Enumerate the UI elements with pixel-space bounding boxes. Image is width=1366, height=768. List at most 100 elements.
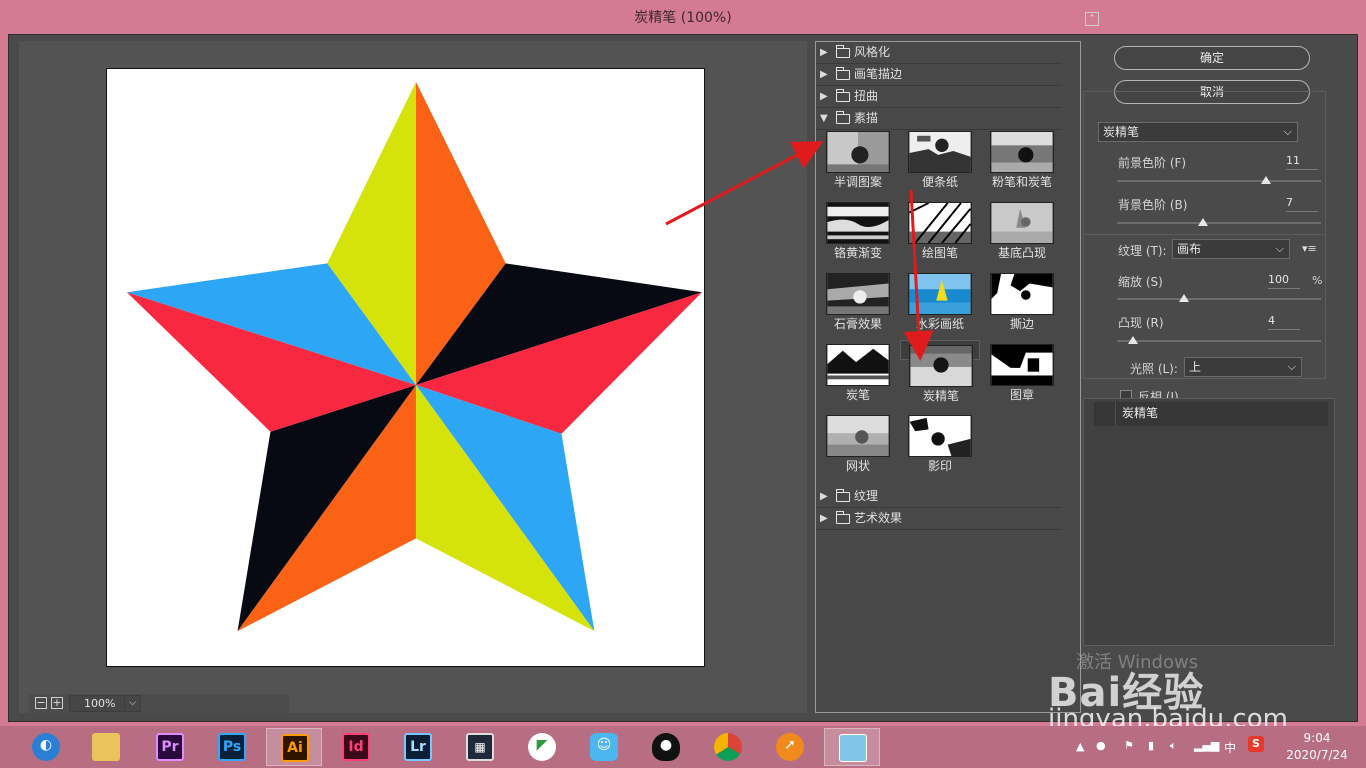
window-titlebar[interactable]: 炭精笔 (100%)	[0, 0, 1366, 34]
filter-preview-image	[826, 202, 890, 244]
folder-icon	[836, 511, 850, 524]
background-level-value[interactable]: 7	[1286, 196, 1318, 212]
filter-thumb-torn-edges[interactable]: 撕边	[982, 269, 1062, 339]
filter-thumb-chalk-charcoal[interactable]: 粉笔和炭笔	[982, 127, 1062, 197]
folder-icon	[836, 489, 850, 502]
foreground-level-value[interactable]: 11	[1286, 154, 1318, 170]
scale-label: 缩放 (S)	[1118, 275, 1163, 289]
filter-thumb-conte-crayon[interactable]: 炭精笔	[900, 340, 980, 403]
filter-preview-image	[826, 344, 890, 386]
filter-preview-image	[909, 345, 973, 387]
tray-volume-icon[interactable]: 🔈︎	[1170, 739, 1177, 768]
tray-qq-icon[interactable]: ●	[1096, 739, 1106, 768]
lightroom-icon: Lr	[404, 733, 432, 761]
taskbar-notes[interactable]	[824, 728, 880, 766]
category-distort[interactable]: ▶ 扭曲	[816, 86, 1062, 108]
background-level-knob[interactable]	[1197, 218, 1208, 226]
taskbar-chat-app[interactable]: ☺	[576, 728, 632, 766]
qq-penguin-icon: ●	[652, 733, 680, 761]
filter-preview-image	[826, 415, 890, 457]
taskbar-lightroom[interactable]: Lr	[390, 728, 446, 766]
taskbar-fox-app[interactable]: ➚	[762, 728, 818, 766]
window-title: 炭精笔 (100%)	[634, 10, 732, 26]
filter-type-select[interactable]: 炭精笔 ⌵	[1098, 122, 1298, 142]
filter-thumb-bas-relief[interactable]: 基底凸现	[982, 198, 1062, 268]
scale-knob[interactable]	[1179, 294, 1190, 302]
filter-thumb-plaster[interactable]: 石膏效果	[818, 269, 898, 339]
scale-unit: %	[1312, 274, 1323, 287]
filter-thumb-charcoal[interactable]: 炭笔	[818, 340, 898, 410]
relief-value[interactable]: 4	[1268, 314, 1300, 330]
filter-thumb-reticulation[interactable]: 网状	[818, 411, 898, 481]
texture-select[interactable]: 画布 ⌵	[1172, 239, 1290, 259]
expand-triangle-icon: ▶	[820, 91, 828, 102]
light-label: 光照 (L):	[1130, 362, 1178, 376]
folder-icon	[836, 67, 850, 80]
tray-flag-icon[interactable]: ⚑	[1124, 739, 1134, 768]
preview-area[interactable]: − + 100% ⌵	[19, 41, 807, 714]
category-artistic[interactable]: ▶ 艺术效果	[816, 508, 1062, 530]
filter-preview-image	[908, 202, 972, 244]
filter-preview-image	[908, 131, 972, 173]
taskbar-file-explorer[interactable]	[78, 728, 134, 766]
category-brush-strokes[interactable]: ▶ 画笔描边	[816, 64, 1062, 86]
taskbar-chrome[interactable]	[700, 728, 756, 766]
filter-preview-image	[826, 131, 890, 173]
zoom-bar: − + 100% ⌵	[29, 694, 289, 714]
collapse-gallery-icon[interactable]: ⌃	[1085, 12, 1099, 26]
filter-thumb-graphic-pen[interactable]: 绘图笔	[900, 198, 980, 268]
zoom-select[interactable]: 100% ⌵	[69, 695, 141, 712]
background-level-slider[interactable]	[1117, 222, 1321, 224]
filter-thumb-water-paper[interactable]: 水彩画纸	[900, 269, 980, 339]
scale-value[interactable]: 100	[1268, 273, 1300, 289]
taskbar-illustrator[interactable]: Ai	[266, 728, 322, 766]
filter-thumb-note-paper[interactable]: 便条纸	[900, 127, 980, 197]
scale-slider[interactable]	[1117, 298, 1321, 300]
tray-network-icon[interactable]: ▂▄▆	[1194, 739, 1219, 768]
zoom-out-icon[interactable]: −	[35, 697, 47, 709]
taskbar-browser[interactable]: ◐	[18, 728, 74, 766]
ok-button[interactable]: 确定	[1114, 46, 1310, 70]
chevron-down-icon: ⌵	[1275, 242, 1284, 255]
foreground-level-knob[interactable]	[1260, 176, 1271, 184]
filter-preview-image	[908, 415, 972, 457]
foreground-level-label: 前景色阶 (F)	[1118, 156, 1187, 170]
visibility-toggle[interactable]	[1094, 402, 1116, 426]
tray-ime-indicator[interactable]: 中	[1224, 739, 1236, 768]
divider	[1085, 234, 1325, 235]
taskbar-video-editor[interactable]: ▦	[452, 728, 508, 766]
taskbar-qq[interactable]: ●	[638, 728, 694, 766]
texture-menu-icon[interactable]: ▾≡	[1302, 242, 1317, 255]
folder-icon	[836, 45, 850, 58]
effect-layer-row[interactable]: 炭精笔	[1094, 402, 1328, 426]
foreground-level-slider[interactable]	[1117, 180, 1321, 182]
filter-gallery: ▶ 风格化 ▶ 画笔描边 ▶ 扭曲 ▼ 素描 半调图案 便条纸 粉笔和炭笔 铬黄…	[815, 41, 1081, 713]
filter-thumb-stamp[interactable]: 图章	[982, 340, 1062, 410]
taskbar-premiere[interactable]: Pr	[142, 728, 198, 766]
illustrator-icon: Ai	[281, 734, 309, 762]
zoom-value: 100%	[84, 697, 116, 710]
filter-thumb-photocopy[interactable]: 影印	[900, 411, 980, 481]
taskbar-clock[interactable]: 9:04 2020/7/24	[1282, 730, 1352, 764]
star-artwork	[126, 81, 703, 632]
taskbar-media-app[interactable]: ◤	[514, 728, 570, 766]
preview-canvas[interactable]	[106, 68, 705, 667]
media-app-icon: ◤	[528, 733, 556, 761]
category-stylize[interactable]: ▶ 风格化	[816, 42, 1062, 64]
zoom-in-icon[interactable]: +	[51, 697, 63, 709]
filter-preview-image	[990, 131, 1054, 173]
filter-settings-panel: 炭精笔 ⌵ 前景色阶 (F) 11 背景色阶 (B) 7 纹理 (T): 画布 …	[1083, 91, 1326, 404]
tray-sogou-icon[interactable]: S	[1248, 736, 1264, 752]
filter-thumb-halftone[interactable]: 半调图案	[818, 127, 898, 197]
chevron-down-icon: ⌵	[124, 696, 140, 711]
filter-thumb-chrome[interactable]: 铬黄渐变	[818, 198, 898, 268]
tray-overflow-icon[interactable]: ▲	[1076, 740, 1084, 768]
relief-slider[interactable]	[1117, 340, 1321, 342]
light-select[interactable]: 上 ⌵	[1184, 357, 1302, 377]
category-texture[interactable]: ▶ 纹理	[816, 486, 1062, 508]
taskbar-photoshop[interactable]: Ps	[204, 728, 260, 766]
tray-battery-icon[interactable]: ▮	[1148, 739, 1154, 768]
filter-preview-image	[990, 344, 1054, 386]
relief-knob[interactable]	[1128, 336, 1139, 344]
taskbar-indesign[interactable]: Id	[328, 728, 384, 766]
